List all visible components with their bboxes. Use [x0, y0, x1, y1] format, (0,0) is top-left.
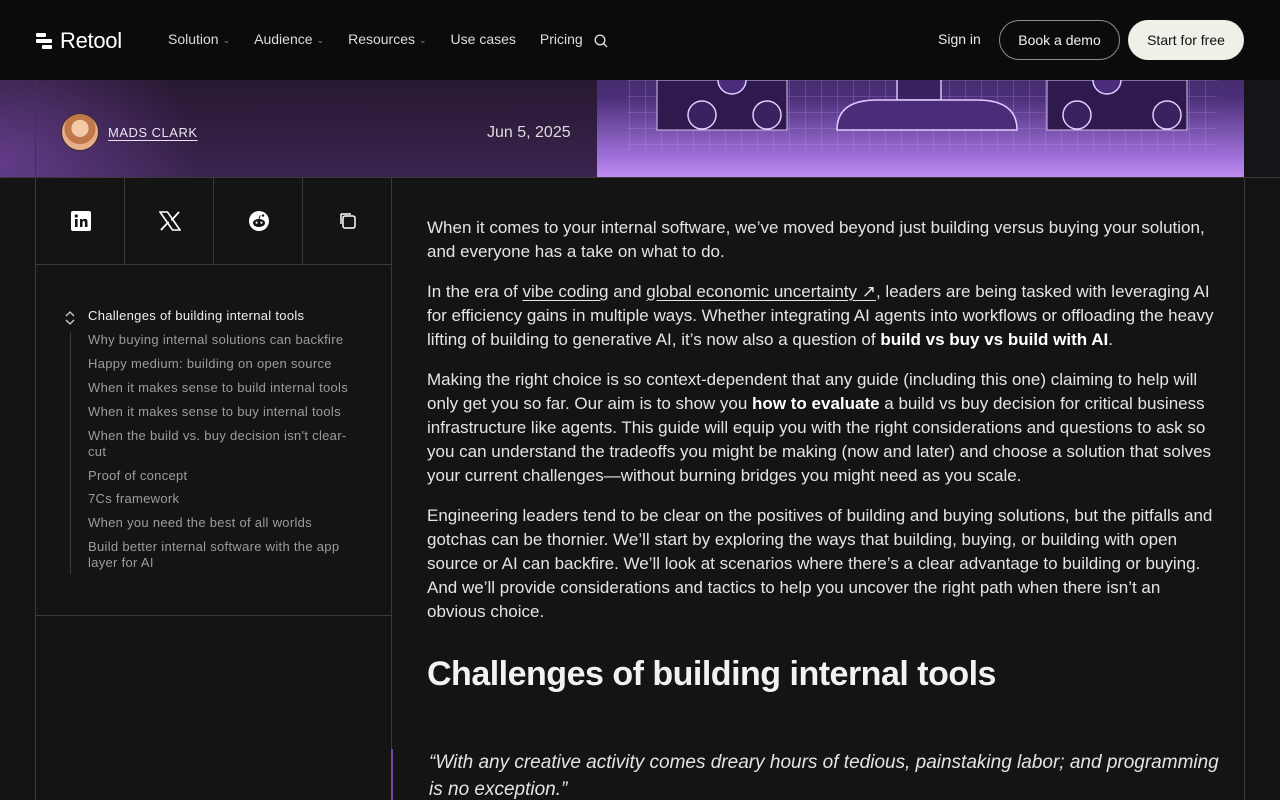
- article-paragraph: Making the right choice is so context-de…: [427, 368, 1217, 488]
- copy-link-icon: [339, 213, 356, 229]
- book-demo-button[interactable]: Book a demo: [999, 20, 1120, 60]
- chevron-up-down-icon: [65, 311, 75, 325]
- nav-pricing[interactable]: Pricing: [540, 31, 583, 47]
- text-run: In the era of: [427, 282, 523, 301]
- hero-right-gutter: [1244, 80, 1280, 177]
- top-navigation: Retool Solution ⌄ Audience ⌄ Resources ⌄…: [0, 0, 1280, 80]
- quote-accent-bar: [391, 749, 393, 800]
- economic-uncertainty-link[interactable]: global economic uncertainty ↗: [646, 282, 876, 301]
- chevron-down-icon: ⌄: [316, 34, 325, 45]
- chevron-down-icon: ⌄: [419, 34, 427, 45]
- toc-item[interactable]: When the build vs. buy decision isn't cl…: [88, 428, 363, 460]
- article-paragraph: Engineering leaders tend to be clear on …: [427, 506, 1213, 621]
- toc-item[interactable]: Build better internal software with the …: [88, 539, 363, 571]
- sign-in-link[interactable]: Sign in: [938, 31, 981, 47]
- nav-pricing-label: Pricing: [539, 31, 583, 47]
- article-paragraph: In the era of vibe coding and global eco…: [427, 280, 1217, 352]
- x-icon: [158, 211, 181, 231]
- nav-audience-label: Audience: [254, 31, 313, 47]
- toc-item[interactable]: Happy medium: building on open source: [88, 356, 363, 372]
- chevron-down-icon: ⌄: [222, 34, 231, 45]
- start-free-button[interactable]: Start for free: [1128, 20, 1244, 60]
- linkedin-icon: [70, 211, 91, 231]
- publish-date: Jun 5, 2025: [487, 124, 571, 141]
- toc-item[interactable]: 7Cs framework: [88, 491, 363, 507]
- nav-resources-label: Resources: [348, 31, 415, 47]
- author-avatar: [61, 113, 99, 151]
- toc-item-active[interactable]: Challenges of building internal tools: [88, 308, 304, 323]
- text-run: and: [608, 282, 647, 301]
- nav-links: Solution ⌄ Audience ⌄ Resources ⌄ Use ca…: [168, 31, 583, 47]
- brand-name: Retool: [60, 28, 122, 53]
- nav-use-cases-label: Use cases: [450, 31, 516, 47]
- share-x-button[interactable]: [125, 177, 214, 265]
- toc-item[interactable]: When it makes sense to buy internal tool…: [88, 404, 363, 420]
- toc-item[interactable]: Proof of concept: [88, 468, 363, 484]
- bold-text: how to evaluate: [752, 394, 880, 413]
- text-run: .: [1108, 330, 1113, 349]
- copy-link-button[interactable]: [303, 177, 392, 265]
- pull-quote: “With any creative activity comes dreary…: [429, 752, 1219, 800]
- article-body: When it comes to your internal software,…: [427, 216, 1217, 640]
- sidebar-divider: [391, 177, 392, 800]
- reddit-icon: [248, 211, 269, 231]
- section-heading: Challenges of building internal tools: [427, 655, 996, 693]
- nav-audience[interactable]: Audience ⌄: [254, 31, 324, 47]
- search-icon[interactable]: [594, 34, 608, 48]
- toc-item[interactable]: Why buying internal solutions can backfi…: [88, 332, 363, 348]
- toc-rail: [70, 332, 71, 574]
- vibe-coding-link[interactable]: vibe coding: [522, 282, 608, 301]
- author-name-link[interactable]: MADS CLARK: [108, 125, 198, 140]
- toc-bottom-divider: [35, 615, 391, 616]
- share-reddit-button[interactable]: [214, 177, 303, 265]
- retool-logo[interactable]: Retool: [36, 28, 122, 54]
- frame-right-border: [1244, 177, 1245, 800]
- nav-use-cases[interactable]: Use cases: [451, 31, 516, 47]
- toc-item[interactable]: When it makes sense to build internal to…: [88, 380, 363, 396]
- nav-solution[interactable]: Solution ⌄: [168, 31, 230, 47]
- toc-item[interactable]: When you need the best of all worlds: [88, 515, 363, 531]
- nav-resources[interactable]: Resources ⌄: [348, 31, 426, 47]
- bold-text: build vs buy vs build with AI: [880, 330, 1109, 349]
- nav-solution-label: Solution: [168, 31, 219, 47]
- retool-logo-icon: [36, 32, 54, 50]
- share-linkedin-button[interactable]: [36, 177, 125, 265]
- article-paragraph: When it comes to your internal software,…: [427, 218, 1205, 261]
